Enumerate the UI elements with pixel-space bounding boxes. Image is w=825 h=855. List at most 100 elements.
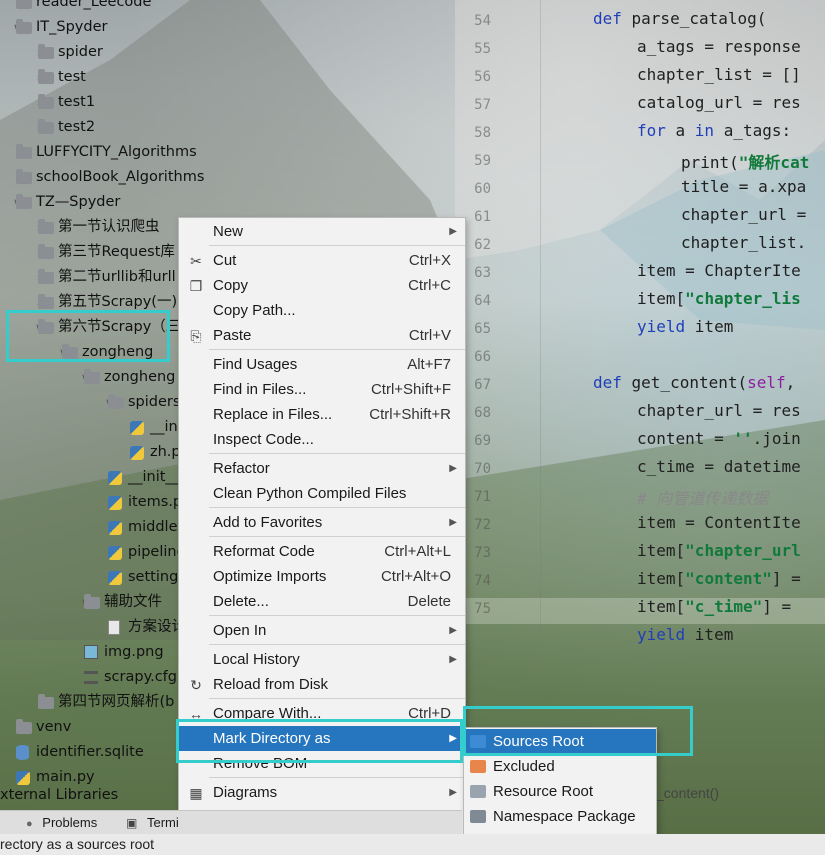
menu-item-diagrams[interactable]: ▦ Diagrams ▶ bbox=[179, 780, 465, 805]
tree-item-label: spiders bbox=[128, 394, 181, 410]
menu-item-add-to-favorites[interactable]: Add to Favorites ▶ bbox=[179, 510, 465, 535]
code-token: item[ bbox=[637, 597, 686, 616]
menu-item-optimize-imports[interactable]: Optimize Imports Ctrl+Alt+O bbox=[179, 564, 465, 589]
menu-item-shortcut: Ctrl+Shift+R bbox=[369, 406, 451, 423]
code-line[interactable]: chapter_url = bbox=[681, 205, 806, 224]
line-number: 60 bbox=[474, 181, 491, 197]
code-line[interactable]: # 向管道传递数据 bbox=[637, 485, 768, 509]
code-editor[interactable]: 54 55 56 57 58 59 60 61 62 63 64 65 66 67 68 69 70 71 72 73… bbox=[455, 0, 825, 644]
folder-icon bbox=[16, 19, 32, 34]
code-line[interactable]: item["chapter_lis bbox=[637, 289, 801, 308]
code-line[interactable]: content = ''.join bbox=[637, 429, 801, 448]
code-line[interactable]: catalog_url = res bbox=[637, 93, 801, 112]
submenu-arrow-icon: ▶ bbox=[449, 226, 457, 237]
menu-item-label: Add to Favorites bbox=[213, 514, 323, 531]
menu-item-paste[interactable]: ⎘ Paste Ctrl+V bbox=[179, 323, 465, 348]
menu-item-reload-from-disk[interactable]: ↻ Reload from Disk bbox=[179, 672, 465, 697]
menu-item-local-history[interactable]: Local History ▶ bbox=[179, 647, 465, 672]
tree-item[interactable]: ›test1 bbox=[0, 90, 455, 115]
code-token: ] = bbox=[771, 569, 801, 588]
database-icon bbox=[16, 745, 29, 760]
submenu-item-resource-root[interactable]: Resource Root bbox=[464, 779, 656, 804]
code-token: '' bbox=[733, 429, 753, 448]
menu-item-copy[interactable]: ❐ Copy Ctrl+C bbox=[179, 273, 465, 298]
reload-from-disk-icon: ↻ bbox=[190, 677, 202, 693]
python-file-icon bbox=[108, 521, 122, 535]
menu-item-clean-python-compiled-files[interactable]: Clean Python Compiled Files bbox=[179, 481, 465, 506]
menu-item-cut[interactable]: ✂ Cut Ctrl+X bbox=[179, 248, 465, 273]
tree-item-external-libraries[interactable]: xternal Libraries bbox=[0, 787, 118, 803]
python-file-icon bbox=[108, 471, 122, 485]
problems-tab-label: Problems bbox=[42, 815, 98, 830]
folder-icon bbox=[38, 694, 54, 709]
tree-item[interactable]: ›test2 bbox=[0, 115, 455, 140]
terminal-tab[interactable]: ▣ Termi bbox=[126, 811, 179, 835]
menu-item-refactor[interactable]: Refactor ▶ bbox=[179, 456, 465, 481]
code-line[interactable]: chapter_list. bbox=[681, 233, 806, 252]
menu-item-find-usages[interactable]: Find Usages Alt+F7 bbox=[179, 352, 465, 377]
menu-item-label: Local History bbox=[213, 651, 300, 668]
tree-item-label: 辅助文件 bbox=[104, 594, 162, 610]
code-line[interactable]: item["chapter_url bbox=[637, 541, 801, 560]
tree-item[interactable]: reader_Leecode bbox=[0, 0, 455, 15]
folder-icon bbox=[38, 294, 54, 309]
copy-icon: ❐ bbox=[189, 278, 203, 294]
config-file-icon bbox=[84, 671, 98, 684]
code-line[interactable]: def get_content(self, bbox=[593, 373, 795, 392]
submenu-item-namespace-package[interactable]: Namespace Package bbox=[464, 804, 656, 829]
submenu-item-label: Namespace Package bbox=[493, 808, 636, 825]
code-line[interactable]: c_time = datetime bbox=[637, 457, 801, 476]
tree-item-label: venv bbox=[36, 719, 72, 735]
code-line[interactable]: for a in a_tags: bbox=[637, 121, 791, 140]
code-token: print( bbox=[681, 153, 739, 172]
code-line[interactable]: item["content"] = bbox=[637, 569, 801, 588]
tree-item[interactable]: schoolBook_Algorithms bbox=[0, 165, 455, 190]
folder-icon bbox=[38, 69, 54, 84]
menu-item-copy-path[interactable]: Copy Path... bbox=[179, 298, 465, 323]
menu-item-open-in[interactable]: Open In ▶ bbox=[179, 618, 465, 643]
code-line[interactable]: chapter_url = res bbox=[637, 401, 801, 420]
tree-item-label: 第一节认识爬虫 bbox=[58, 219, 160, 235]
code-token: "chapter_url bbox=[685, 541, 801, 560]
code-line[interactable]: chapter_list = [] bbox=[637, 65, 801, 84]
code-line[interactable]: item = ContentIte bbox=[637, 513, 801, 532]
python-file-icon bbox=[108, 571, 122, 585]
tree-item-label: 第三节Request库 bbox=[58, 244, 175, 260]
folder-icon bbox=[38, 244, 54, 259]
code-line[interactable]: item = ChapterIte bbox=[637, 261, 801, 280]
tree-item[interactable]: ›test bbox=[0, 65, 455, 90]
menu-item-shortcut: Ctrl+X bbox=[408, 252, 451, 269]
code-line[interactable]: item["c_time"] = bbox=[637, 597, 791, 616]
highlight-mark-directory-box bbox=[176, 719, 463, 763]
menu-item-delete[interactable]: Delete... Delete bbox=[179, 589, 465, 614]
menu-item-label: Delete... bbox=[213, 593, 269, 610]
code-line[interactable]: title = a.xpa bbox=[681, 177, 806, 196]
menu-separator bbox=[209, 507, 465, 508]
code-token: title = a.xpa bbox=[681, 177, 807, 196]
menu-item-shortcut: Ctrl+V bbox=[408, 327, 451, 344]
tree-item[interactable]: ∨IT_Spyder bbox=[0, 15, 455, 40]
submenu-item-excluded[interactable]: Excluded bbox=[464, 754, 656, 779]
code-token: for bbox=[637, 121, 676, 140]
code-line[interactable]: yield item bbox=[637, 625, 733, 644]
problems-tab[interactable]: ● Problems bbox=[26, 811, 97, 835]
menu-item-inspect-code[interactable]: Inspect Code... bbox=[179, 427, 465, 452]
code-line[interactable]: a_tags = response bbox=[637, 37, 801, 56]
tree-item[interactable]: LUFFYCITY_Algorithms bbox=[0, 140, 455, 165]
highlight-folder-box bbox=[6, 310, 170, 362]
tree-item-label: spider bbox=[58, 44, 103, 60]
menu-item-shortcut: Ctrl+Shift+F bbox=[370, 381, 451, 398]
menu-item-replace-in-files[interactable]: Replace in Files... Ctrl+Shift+R bbox=[179, 402, 465, 427]
tree-item[interactable]: ›spider bbox=[0, 40, 455, 65]
code-line[interactable]: yield item bbox=[637, 317, 733, 336]
submenu-item-label: Resource Root bbox=[493, 783, 594, 800]
code-line[interactable]: print("解析cat bbox=[681, 149, 809, 173]
code-token: catalog_url = res bbox=[637, 93, 801, 112]
code-line[interactable]: def parse_catalog( bbox=[593, 9, 766, 28]
line-number: 54 bbox=[474, 13, 491, 29]
menu-item-reformat-code[interactable]: Reformat Code Ctrl+Alt+L bbox=[179, 539, 465, 564]
menu-item-find-in-files[interactable]: Find in Files... Ctrl+Shift+F bbox=[179, 377, 465, 402]
tree-item[interactable]: ∨TZ—Spyder bbox=[0, 190, 455, 215]
menu-item-shortcut: Ctrl+Alt+L bbox=[384, 543, 451, 560]
menu-item-new[interactable]: New ▶ bbox=[179, 219, 465, 244]
